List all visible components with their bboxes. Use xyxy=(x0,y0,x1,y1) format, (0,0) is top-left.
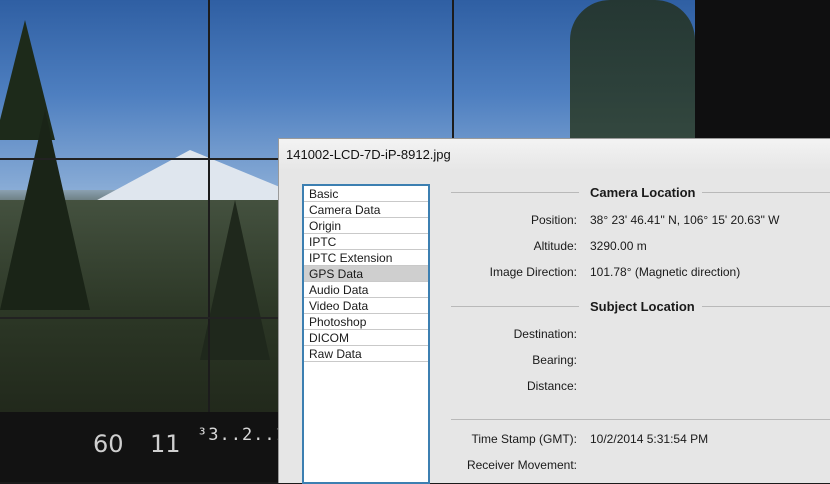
image-direction-label: Image Direction: xyxy=(489,265,577,279)
section-divider xyxy=(451,306,579,307)
camera-location-title: Camera Location xyxy=(590,185,696,200)
bearing-label: Bearing: xyxy=(532,353,577,367)
position-label: Position: xyxy=(530,213,577,227)
pine-tree xyxy=(0,110,90,310)
tab-basic[interactable]: Basic xyxy=(304,186,428,202)
grid-line xyxy=(452,0,454,140)
pine-tree xyxy=(200,200,270,360)
lcd-info-band xyxy=(0,412,290,482)
dark-border xyxy=(695,0,830,140)
window-title: 141002-LCD-7D-iP-8912.jpg xyxy=(286,147,451,162)
tab-video-data[interactable]: Video Data xyxy=(304,298,428,314)
time-stamp-value: 10/2/2014 5:31:54 PM xyxy=(590,432,709,446)
image-direction-value: 101.78° (Magnetic direction) xyxy=(590,265,741,279)
destination-label: Destination: xyxy=(513,327,577,341)
section-divider xyxy=(451,192,579,193)
grid-line xyxy=(0,158,278,160)
distance-label: Distance: xyxy=(526,379,577,393)
subject-location-title: Subject Location xyxy=(590,299,695,314)
receiver-movement-label: Receiver Movement: xyxy=(466,458,577,472)
time-stamp-label: Time Stamp (GMT): xyxy=(471,432,577,446)
dialog-content: Basic Camera Data Origin IPTC IPTC Exten… xyxy=(279,171,830,484)
altitude-value: 3290.00 m xyxy=(590,239,647,253)
section-divider xyxy=(702,192,830,193)
tab-audio-data[interactable]: Audio Data xyxy=(304,282,428,298)
aperture: 11 xyxy=(150,430,181,458)
title-bar[interactable]: 141002-LCD-7D-iP-8912.jpg xyxy=(279,139,830,171)
file-info-window: 141002-LCD-7D-iP-8912.jpg Basic Camera D… xyxy=(278,138,830,484)
altitude-label: Altitude: xyxy=(533,239,577,253)
grid-line xyxy=(208,0,210,412)
grid-line xyxy=(0,317,278,319)
tree-silhouette xyxy=(570,0,695,140)
position-value: 38° 23' 46.41" N, 106° 15' 20.63" W xyxy=(590,213,780,227)
section-divider xyxy=(451,419,830,420)
section-divider xyxy=(702,306,830,307)
shutter-speed: 60 xyxy=(93,430,124,458)
